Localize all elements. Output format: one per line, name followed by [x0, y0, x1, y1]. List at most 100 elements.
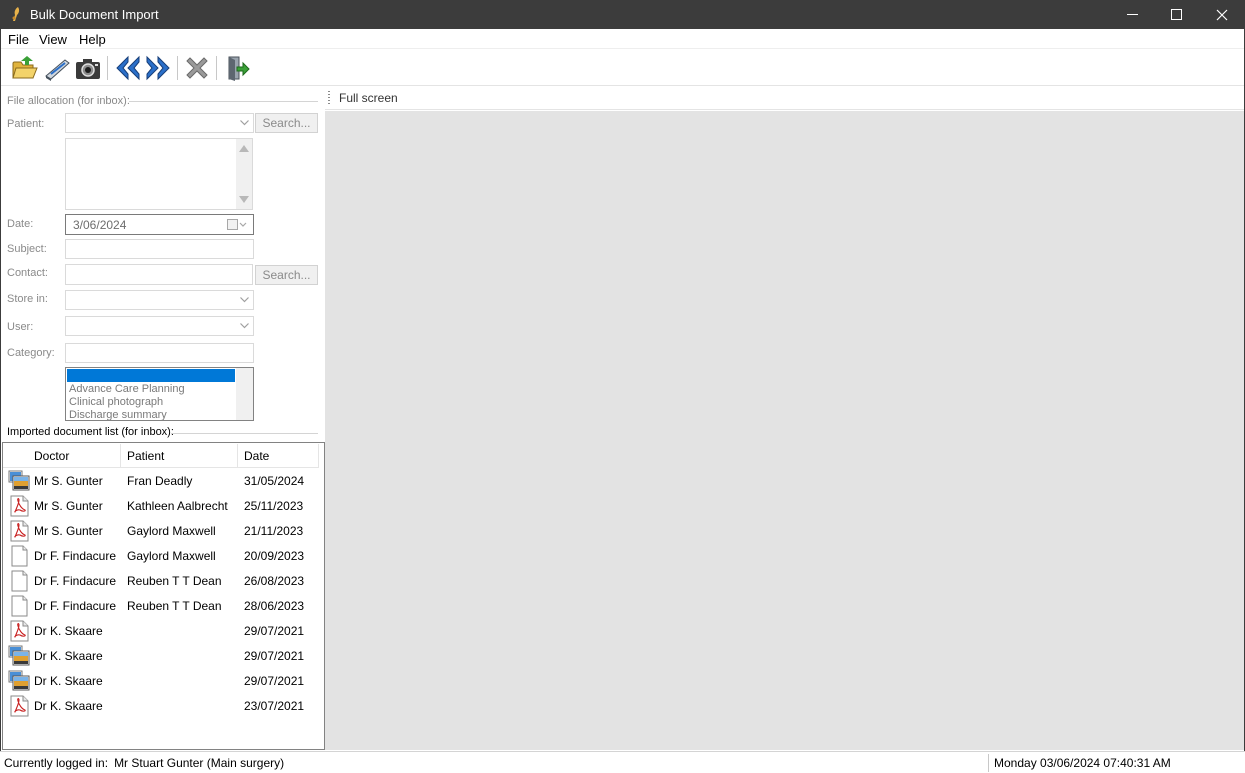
window-title: Bulk Document Import	[30, 7, 159, 22]
table-row[interactable]: Mr S. Gunter Gaylord Maxwell 21/11/2023	[3, 518, 319, 543]
contact-input[interactable]	[65, 264, 253, 285]
imported-document-list[interactable]: Doctor Patient Date Mr S. Gunter Fran Dea…	[2, 442, 325, 750]
pdf-file-icon	[8, 620, 30, 642]
cell-patient: Gaylord Maxwell	[127, 549, 216, 563]
chevron-down-icon	[240, 297, 249, 303]
cell-doctor: Dr K. Skaare	[34, 699, 103, 713]
cell-date: 31/05/2024	[244, 474, 305, 488]
maximize-icon	[1170, 9, 1182, 20]
status-bar: Currently logged in: Mr Stuart Gunter (Ma…	[0, 751, 1245, 773]
subject-label: Subject:	[7, 243, 47, 255]
blank-file-icon	[8, 545, 30, 567]
next-button[interactable]	[144, 54, 172, 82]
table-row[interactable]: Dr F. Findacure Reuben T T Dean 28/06/2023	[3, 593, 319, 618]
pdf-file-icon	[8, 495, 30, 517]
status-separator	[988, 754, 989, 772]
logged-in-user: Mr Stuart Gunter (Main surgery)	[114, 756, 285, 770]
toolbar-separator	[216, 56, 217, 80]
cell-doctor: Dr F. Findacure	[34, 599, 117, 613]
blank-file-icon	[8, 570, 30, 592]
column-header-date[interactable]: Date	[244, 449, 269, 463]
previous-button[interactable]	[114, 54, 142, 82]
table-row[interactable]: Dr K. Skaare 29/07/2021	[3, 643, 319, 668]
allocation-panel: File allocation (for inbox): Patient: Se…	[1, 87, 325, 750]
patient-label: Patient:	[7, 118, 45, 130]
toolbar-grip[interactable]	[328, 91, 330, 105]
user-combo[interactable]	[65, 316, 254, 336]
cell-date: 28/06/2023	[244, 599, 305, 613]
table-row[interactable]: Dr K. Skaare 29/07/2021	[3, 668, 319, 693]
blank-file-icon	[8, 595, 30, 617]
menu-file[interactable]: File	[8, 32, 29, 47]
maximize-button[interactable]	[1153, 0, 1199, 29]
patient-details-box	[65, 138, 253, 210]
table-row[interactable]: Dr F. Findacure Reuben T T Dean 26/08/2023	[3, 568, 319, 593]
cell-doctor: Mr S. Gunter	[34, 499, 103, 513]
image-file-icon	[8, 470, 30, 492]
logged-in-status: Currently logged in: Mr Stuart Gunter (Ma…	[4, 756, 284, 770]
cell-date: 23/07/2021	[244, 699, 305, 713]
cell-date: 29/07/2021	[244, 674, 305, 688]
minimize-button[interactable]	[1109, 0, 1155, 29]
allocation-group-title: File allocation (for inbox):	[7, 95, 130, 107]
exit-button[interactable]	[223, 54, 251, 82]
cell-date: 26/08/2023	[244, 574, 305, 588]
table-row[interactable]: Dr K. Skaare 23/07/2021	[3, 693, 319, 718]
close-button[interactable]	[1199, 0, 1245, 29]
cell-doctor: Dr K. Skaare	[34, 674, 103, 688]
scanner-icon	[45, 59, 70, 81]
date-picker[interactable]: 3/06/2024	[65, 214, 254, 235]
camera-button[interactable]	[74, 54, 102, 82]
date-value: 3/06/2024	[73, 218, 127, 232]
column-divider[interactable]	[237, 444, 238, 467]
table-row[interactable]: Mr S. Gunter Kathleen Aalbrecht 25/11/2023	[3, 493, 319, 518]
table-row[interactable]: Dr K. Skaare 29/07/2021	[3, 618, 319, 643]
open-folder-button[interactable]	[11, 54, 39, 82]
minimize-icon	[1126, 14, 1138, 15]
category-option[interactable]: Advance Care Planning	[69, 383, 185, 395]
details-scrollbar[interactable]	[236, 139, 252, 209]
column-divider[interactable]	[120, 444, 121, 467]
category-option[interactable]: Discharge summary	[69, 409, 167, 420]
full-screen-button[interactable]: Full screen	[339, 91, 398, 105]
cell-date: 29/07/2021	[244, 649, 305, 663]
menu-help[interactable]: Help	[79, 32, 106, 47]
store-in-combo[interactable]	[65, 290, 254, 310]
table-row[interactable]: Dr F. Findacure Gaylord Maxwell 20/09/2023	[3, 543, 319, 568]
chevron-down-icon	[240, 323, 249, 329]
menu-view[interactable]: View	[39, 32, 67, 47]
category-label: Category:	[7, 347, 55, 359]
subject-input[interactable]	[65, 239, 254, 259]
scan-button[interactable]	[43, 54, 71, 82]
category-option[interactable]: Clinical photograph	[69, 396, 163, 408]
scroll-up-icon[interactable]	[239, 145, 249, 152]
preview-toolbar: Full screen	[325, 87, 1244, 110]
toolbar	[1, 50, 1244, 86]
column-divider[interactable]	[318, 444, 319, 467]
exit-icon	[228, 56, 250, 81]
user-label: User:	[7, 321, 34, 333]
category-selected-item[interactable]	[67, 369, 235, 382]
next-icon	[146, 55, 170, 81]
delete-button[interactable]	[183, 54, 211, 82]
calendar-dropdown-icon[interactable]	[227, 219, 247, 231]
patient-combo[interactable]	[65, 113, 254, 133]
column-header-patient[interactable]: Patient	[127, 449, 164, 463]
cell-date: 29/07/2021	[244, 624, 305, 638]
category-filter-input[interactable]	[65, 343, 254, 363]
contact-search-button[interactable]: Search...	[255, 265, 318, 285]
document-preview-area[interactable]	[325, 111, 1244, 750]
imported-list-title: Imported document list (for inbox):	[7, 426, 174, 438]
column-header-doctor[interactable]: Doctor	[34, 449, 69, 463]
date-label: Date:	[7, 218, 34, 230]
patient-search-button[interactable]: Search...	[255, 113, 318, 133]
scroll-down-icon[interactable]	[239, 196, 249, 203]
app-logo-icon	[12, 7, 20, 21]
category-scrollbar[interactable]	[236, 368, 253, 420]
delete-icon	[186, 57, 208, 79]
cell-doctor: Dr K. Skaare	[34, 649, 103, 663]
category-list[interactable]: Advance Care Planning Clinical photograp…	[65, 367, 254, 421]
table-row[interactable]: Mr S. Gunter Fran Deadly 31/05/2024	[3, 468, 319, 493]
cell-date: 20/09/2023	[244, 549, 305, 563]
cell-date: 21/11/2023	[244, 524, 304, 538]
